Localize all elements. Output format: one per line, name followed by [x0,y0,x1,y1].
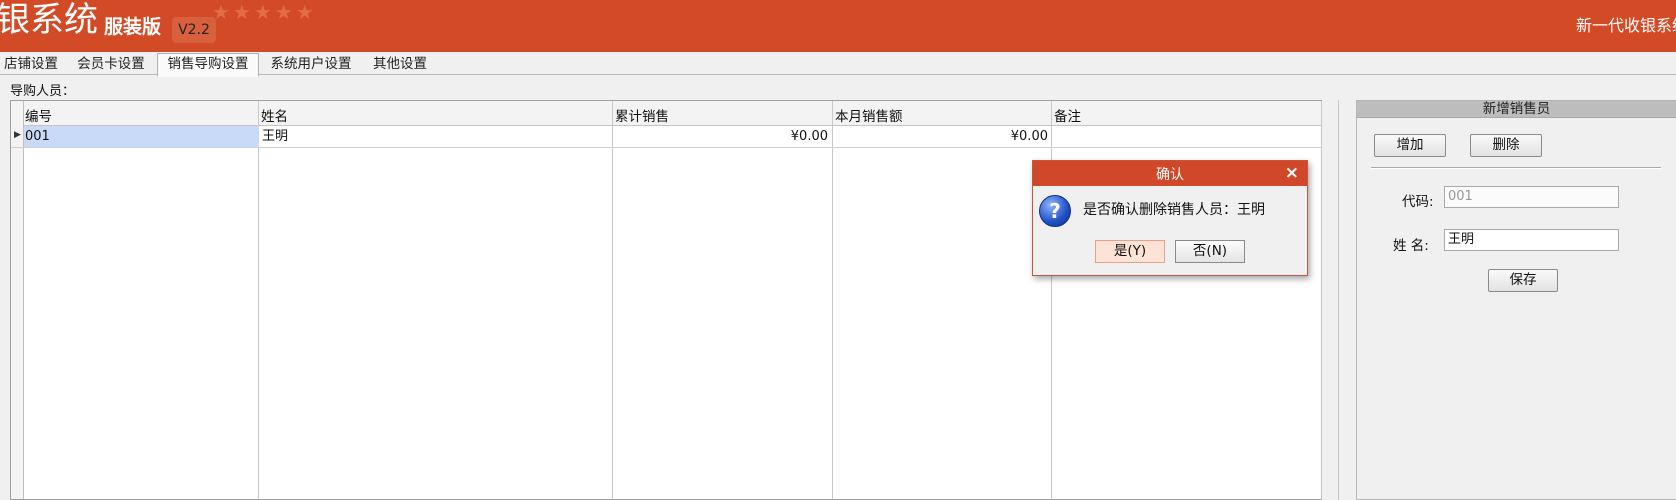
confirm-yes-button[interactable]: 是(Y) [1095,240,1165,263]
column-header-month-sales[interactable]: 本月销售额 [835,105,903,125]
cell-code[interactable]: 001 [24,126,259,147]
tab-store-settings[interactable]: 店铺设置 [0,55,62,74]
code-field[interactable]: 001 [1444,186,1619,208]
column-divider [832,101,833,499]
cell-name[interactable]: 王明 [262,126,602,147]
column-header-code[interactable]: 编号 [25,105,52,125]
add-salesperson-panel: 新增销售员 增加 删除 代码: 001 姓 名: 王明 保存 [1356,100,1676,500]
save-button[interactable]: 保存 [1488,269,1558,292]
name-field[interactable]: 王明 [1444,229,1619,251]
panel-divider [1371,167,1661,168]
header-slogan: 新一代收银系统 [1576,16,1676,35]
app-title: 银系统 [0,0,98,40]
cell-note[interactable] [1055,126,1315,147]
dialog-title: 确认 [1156,167,1184,183]
column-divider [1321,101,1322,499]
close-icon[interactable]: × [1285,163,1299,183]
settings-tabbar: 店铺设置 会员卡设置 销售导购设置 系统用户设置 其他设置 [0,52,1676,77]
column-divider [612,101,613,499]
confirm-dialog: 确认 × ? 是否确认删除销售人员：王明 是(Y) 否(N) [1032,160,1308,276]
row-header-column [11,101,24,499]
delete-button[interactable]: 删除 [1470,134,1542,157]
tab-system-user-settings[interactable]: 系统用户设置 [266,55,356,74]
tab-member-card-settings[interactable]: 会员卡设置 [72,55,150,74]
name-label: 姓 名: [1393,238,1429,254]
dialog-titlebar[interactable]: 确认 × [1033,161,1307,186]
column-header-total-sales[interactable]: 累计销售 [615,105,669,125]
code-label: 代码: [1402,194,1434,210]
column-header-note[interactable]: 备注 [1054,105,1081,125]
cell-month-sales[interactable]: ¥0.00 [833,126,1048,147]
app-edition: 服装版 [104,16,162,38]
panel-title: 新增销售员 [1357,101,1676,118]
version-badge: V2.2 [172,17,216,43]
star-rating-icon: ★★★★★ [212,0,317,24]
column-header-name[interactable]: 姓名 [261,105,288,125]
dialog-message: 是否确认删除销售人员：王明 [1083,202,1265,218]
add-button[interactable]: 增加 [1374,134,1446,157]
question-icon: ? [1039,195,1071,227]
table-row[interactable]: ▶ 001 王明 ¥0.00 ¥0.00 [11,126,1321,148]
tab-other-settings[interactable]: 其他设置 [369,55,431,74]
panel-splitter[interactable] [1338,100,1339,500]
guide-staff-label: 导购人员： [10,84,76,99]
tab-sales-guide-settings[interactable]: 销售导购设置 [157,53,259,77]
confirm-no-button[interactable]: 否(N) [1175,240,1245,263]
app-header: 银系统 服装版 V2.2 ★★★★★ 新一代收银系统 [0,0,1676,52]
cell-total-sales[interactable]: ¥0.00 [613,126,828,147]
column-divider [258,101,259,499]
row-pointer-icon: ▶ [14,130,21,140]
